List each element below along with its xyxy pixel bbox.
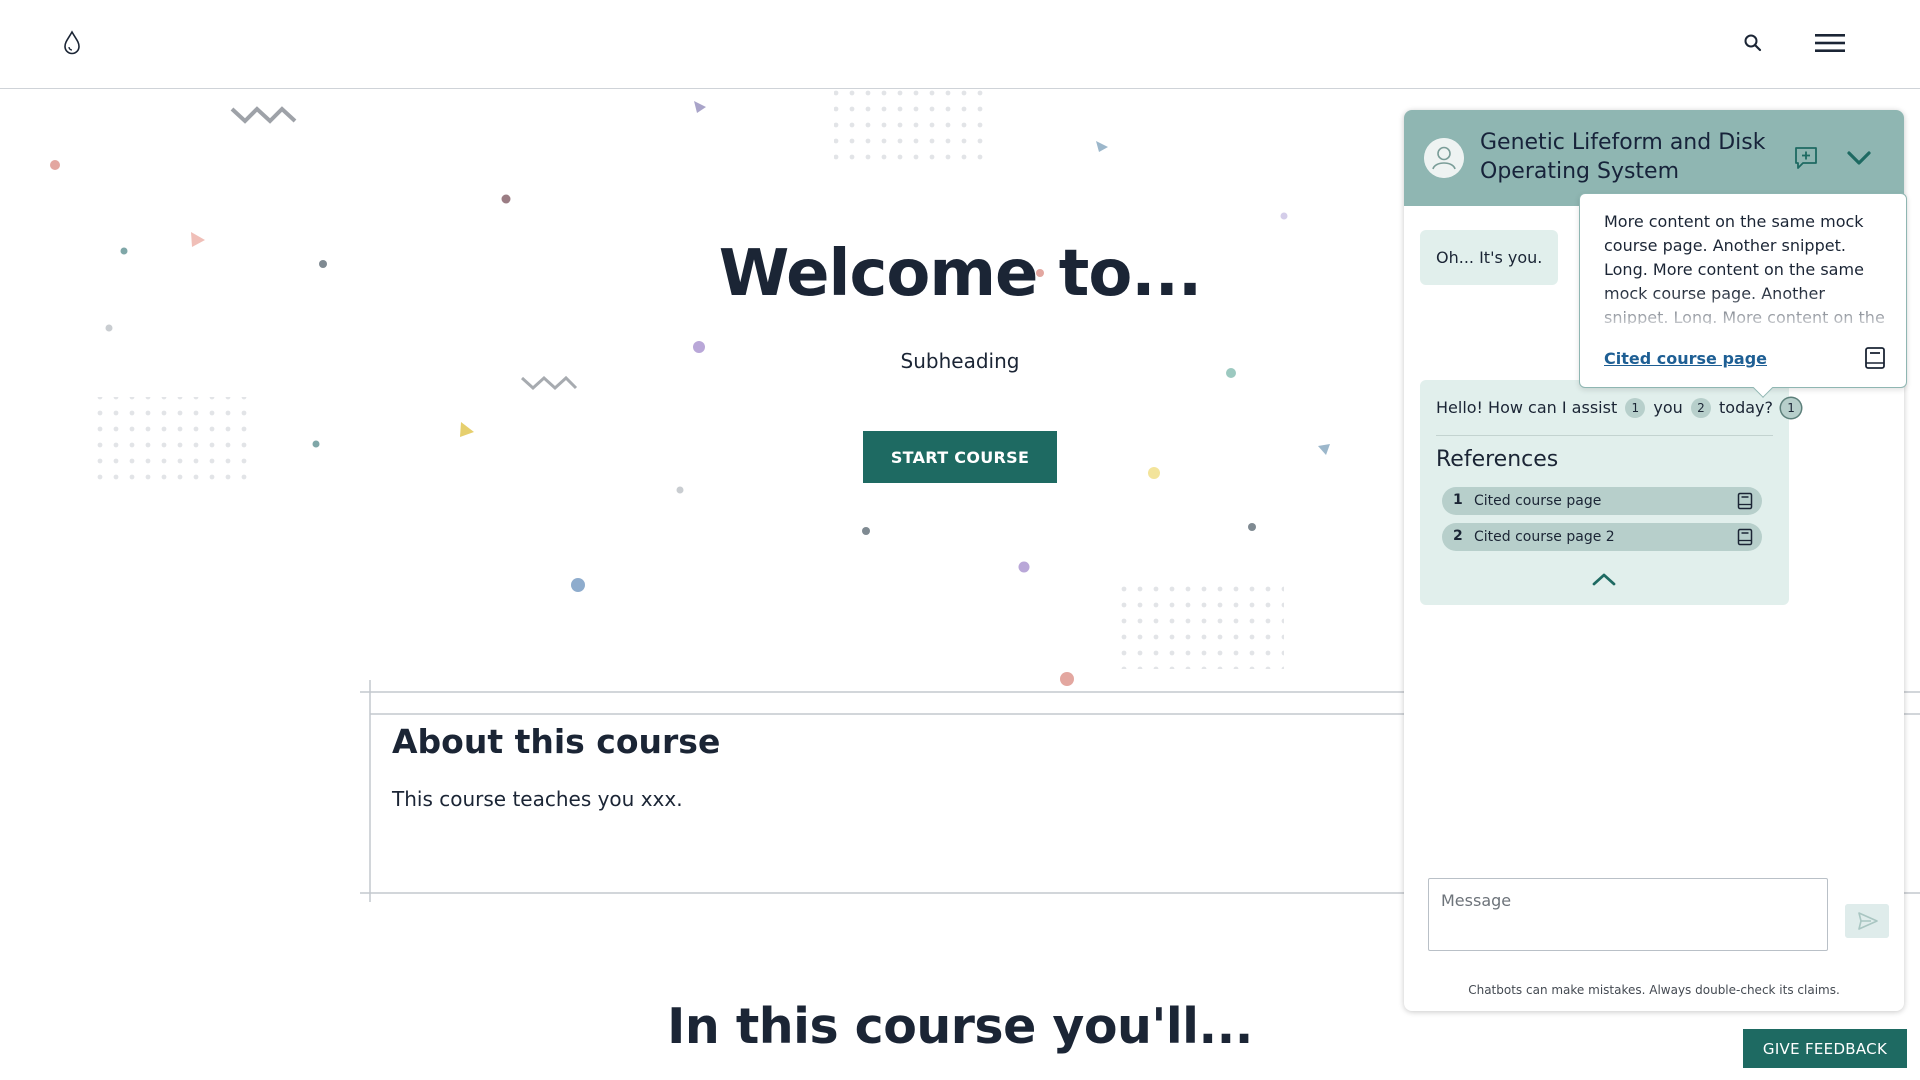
divider: [1436, 435, 1773, 436]
new-chat-icon[interactable]: [1792, 144, 1820, 172]
start-course-button[interactable]: START COURSE: [863, 431, 1057, 483]
bot-message-part: Hello! How can I assist: [1436, 398, 1618, 417]
bot-message-text: Hello! How can I assist 1 you 2 today? 1: [1436, 398, 1804, 418]
chevron-up-icon[interactable]: [1591, 570, 1617, 588]
about-section-title: About this course: [392, 722, 721, 761]
message-input[interactable]: [1428, 878, 1828, 951]
user-message-bubble: Oh... It's you.: [1420, 230, 1559, 285]
citation-popover: More content on the same mock course pag…: [1579, 193, 1907, 398]
chevron-down-icon[interactable]: [1844, 146, 1874, 170]
reference-item[interactable]: 1 Cited course page: [1442, 487, 1762, 515]
reference-number: 1: [1453, 492, 1463, 508]
give-feedback-button[interactable]: GIVE FEEDBACK: [1743, 1029, 1907, 1068]
droplet-icon[interactable]: [60, 30, 84, 56]
citation-chip-active[interactable]: 1: [1781, 398, 1802, 418]
book-icon: [1737, 492, 1753, 510]
citation-chip[interactable]: 2: [1690, 398, 1711, 418]
reference-label: Cited course page: [1474, 493, 1602, 509]
chatbot-disclaimer: Chatbots can make mistakes. Always doubl…: [1468, 983, 1840, 997]
book-icon[interactable]: [1864, 346, 1886, 370]
send-icon[interactable]: [1845, 904, 1889, 938]
search-icon[interactable]: [1742, 32, 1764, 54]
bot-message-part: you: [1653, 398, 1683, 417]
about-section-text: This course teaches you xxx.: [392, 787, 683, 811]
bot-message-bubble: Hello! How can I assist 1 you 2 today? 1…: [1420, 380, 1802, 605]
citation-chip[interactable]: 1: [1625, 398, 1646, 418]
reference-label: Cited course page 2: [1474, 529, 1615, 545]
bot-message-part: today?: [1719, 398, 1773, 417]
chatbot-title: Genetic Lifeform and Disk Operating Syst…: [1480, 130, 1766, 184]
reference-number: 2: [1453, 528, 1463, 544]
cited-page-link[interactable]: Cited course page: [1604, 349, 1767, 368]
chatbot-header: Genetic Lifeform and Disk Operating Syst…: [1404, 110, 1904, 206]
bot-avatar-icon: [1424, 138, 1464, 178]
citation-snippet: More content on the same mock course pag…: [1604, 212, 1885, 324]
references-title: References: [1436, 447, 1559, 472]
book-icon: [1737, 528, 1753, 546]
hamburger-menu-icon[interactable]: [1814, 31, 1846, 55]
reference-item[interactable]: 2 Cited course page 2: [1442, 523, 1762, 551]
chatbot-panel: Genetic Lifeform and Disk Operating Syst…: [1404, 110, 1907, 1011]
top-navigation-bar: [0, 0, 1920, 89]
